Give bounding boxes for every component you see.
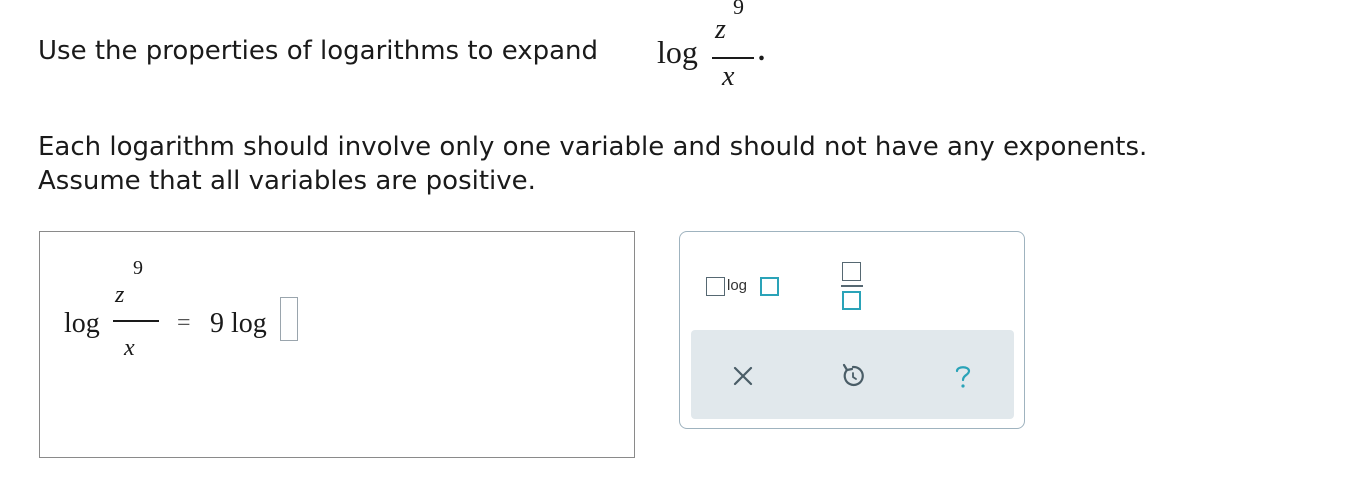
answer-denominator: x [124,335,135,361]
undo-icon [842,363,864,387]
log-template-label: log [727,277,748,294]
close-icon [733,366,753,386]
answer-numerator-exponent: 9 [133,257,143,279]
question-log: log [657,34,698,70]
question-note-2: Assume that all variables are positive. [38,166,536,196]
question-prompt: Use the properties of logarithms to expa… [38,36,598,66]
undo-button[interactable] [835,358,871,394]
answer-numerator-base: z [115,282,125,308]
question-period: . [758,36,765,67]
question-instruction: Use the properties of logarithms to expa… [38,36,599,66]
answer-empty-slot[interactable] [280,297,298,341]
answer-equals: = [177,310,191,336]
log-argument-box-icon [760,277,779,296]
question-numerator-base: z [715,14,726,45]
question-denominator: x [722,61,735,92]
help-icon [955,366,971,388]
answer-fraction-bar [113,320,159,322]
answer-log: log [64,308,100,339]
answer-coefficient: 9 [210,308,224,339]
clear-button[interactable] [725,358,761,394]
answer-log-2: log [231,308,267,339]
question-notes: Each logarithm should involve only one v… [38,130,1147,198]
math-palette: log [679,231,1025,429]
log-base-box-icon [706,277,725,296]
fraction-denominator-box-icon [842,291,861,310]
fraction-bar-icon [841,285,863,287]
question-note-1: Each logarithm should involve only one v… [38,132,1148,162]
log-template-button[interactable]: log [706,276,784,298]
answer-input-box[interactable]: log z 9 x = 9 log [39,231,635,458]
help-button[interactable] [945,358,981,394]
palette-action-bar [691,330,1014,419]
question-numerator-exponent: 9 [733,0,744,19]
question-fraction-bar [712,57,754,59]
fraction-template-button[interactable] [841,262,863,314]
fraction-numerator-box-icon [842,262,861,281]
